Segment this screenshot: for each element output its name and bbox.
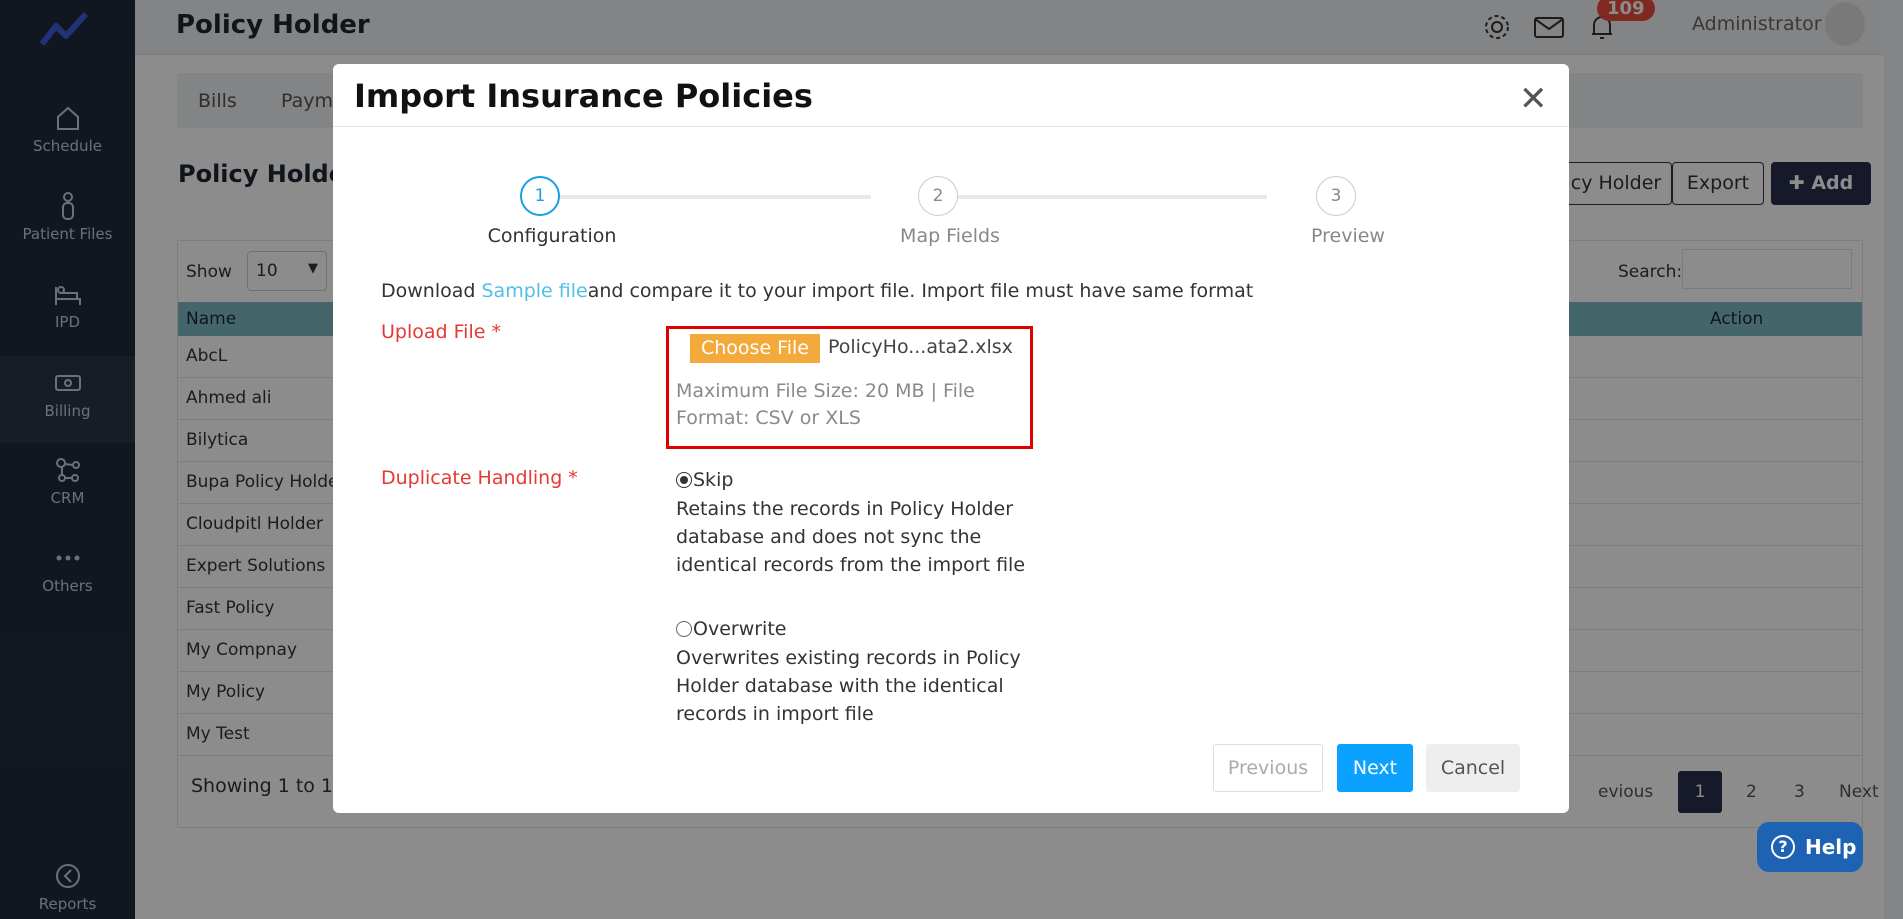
step-3-label: Preview [1311,225,1385,247]
next-button[interactable]: Next [1337,744,1413,792]
overwrite-radio[interactable] [676,621,692,637]
step-2-label: Map Fields [900,225,1000,247]
help-label: Help [1805,835,1857,859]
download-suffix: and compare it to your import file. Impo… [587,280,1254,302]
overwrite-label[interactable]: Overwrite [693,618,786,640]
duplicate-handling-label: Duplicate Handling * [381,467,578,489]
skip-description: Retains the records in Policy Holder dat… [676,498,1026,576]
download-instructions: Download Sample fileand compare it to yo… [381,280,1253,302]
modal-title: Import Insurance Policies [354,77,813,115]
step-1-circle: 1 [520,176,560,216]
step-1-label: Configuration [487,225,617,247]
skip-label[interactable]: Skip [693,469,733,491]
stepper-line [937,195,1267,199]
cancel-button[interactable]: Cancel [1426,744,1520,792]
help-button[interactable]: ? Help [1757,822,1863,872]
skip-radio[interactable] [676,472,692,488]
choose-file-button[interactable]: Choose File [690,334,820,363]
stepper-line [541,195,871,199]
previous-button[interactable]: Previous [1213,744,1323,792]
sample-file-link[interactable]: Sample file [481,280,587,302]
selected-file-name: PolicyHo...ata2.xlsx [828,336,1013,358]
file-hint: Maximum File Size: 20 MB | File Format: … [676,380,975,429]
divider [333,126,1569,127]
download-prefix: Download [381,280,482,302]
overwrite-description: Overwrites existing records in Policy Ho… [676,647,1021,725]
step-3-circle: 3 [1316,176,1356,216]
upload-file-label: Upload File * [381,321,501,343]
step-2-circle: 2 [918,176,958,216]
import-modal: Import Insurance Policies ✕ 1 2 3 Config… [333,64,1569,813]
question-icon: ? [1771,835,1795,859]
close-icon[interactable]: ✕ [1519,82,1548,116]
